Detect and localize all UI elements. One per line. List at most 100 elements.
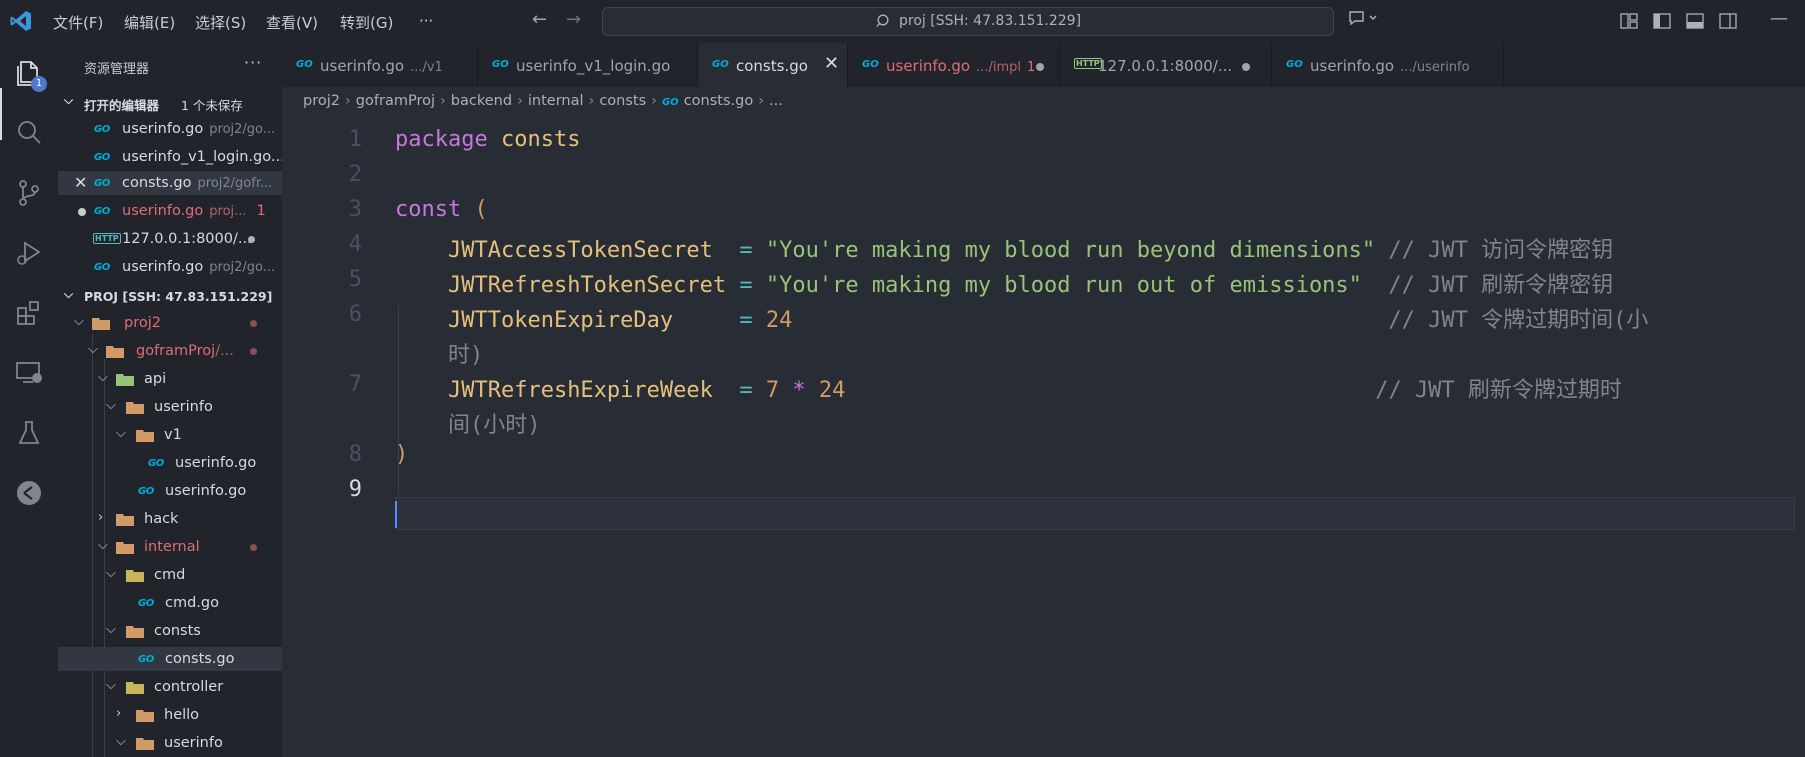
open-editor-item-active[interactable]: ✕ GO consts.go proj2/gofr... [58,171,282,195]
command-center[interactable]: proj [SSH: 47.83.151.229] [602,7,1334,36]
tree-folder-controller[interactable]: ⌵ controller [58,675,282,699]
menu-file[interactable]: 文件(F) [53,12,103,33]
tree-folder-hello[interactable]: › hello [58,703,282,727]
menu-more[interactable]: ··· [419,12,433,30]
breadcrumb-item[interactable]: consts [599,93,646,109]
cmd-folder-icon [126,570,144,582]
chevron-right-icon: › [116,706,122,721]
tab-userinfo-userinfo[interactable]: GO userinfo.go .../userinfo [1272,43,1504,87]
line-number: 8 [348,442,362,467]
search-icon [876,14,889,27]
go-file-icon: GO [148,458,164,469]
toggle-secondary-sidebar-icon[interactable] [1719,13,1737,29]
go-file-icon: GO [138,654,154,665]
source-control-icon[interactable] [13,177,45,209]
tree-folder-cmd[interactable]: ⌵ cmd [58,563,282,587]
close-icon[interactable]: ✕ [74,173,87,192]
more-actions-icon[interactable]: ··· [244,53,262,72]
menu-edit[interactable]: 编辑(E) [124,12,175,33]
toggle-panel-icon[interactable] [1686,13,1704,29]
open-editor-item[interactable]: GO userinfo_v1_login.go... [58,145,282,169]
code-line-wrap: 时) [447,343,484,368]
go-file-icon: GO [94,124,110,135]
line-number: 4 [348,232,362,257]
tree-file[interactable]: GO cmd.go [58,591,282,615]
back-arrow-icon[interactable]: ← [532,9,547,30]
code-line: ) [395,442,409,467]
breadcrumb-item[interactable]: internal [528,93,584,109]
chevron-down-icon: ⌵ [116,734,126,749]
breadcrumb-item[interactable]: goframProj [356,93,435,109]
open-editor-item[interactable]: GO userinfo.go proj2/go... [58,255,282,279]
workspace-header[interactable]: ⌵ PROJ [SSH: 47.83.151.229] [58,283,282,309]
unsaved-dot-icon [78,208,86,216]
folder-icon [136,710,154,722]
chevron-down-icon: ⌵ [106,566,116,581]
chevron-down-icon: ⌵ [106,622,116,637]
tab-userinfo-v1-login[interactable]: GO userinfo_v1_login.go [478,43,698,87]
unsaved-count: 1 个未保存 [181,98,243,113]
tree-folder-consts[interactable]: ⌵ consts [58,619,282,643]
extensions-icon[interactable] [13,297,45,329]
breadcrumb-item[interactable]: ... [769,93,783,109]
explorer-badge: 1 [31,76,47,92]
chevron-right-icon: › [98,510,104,525]
close-tab-icon[interactable]: ✕ [824,53,839,74]
tab-userinfo-v1[interactable]: GO userinfo.go .../v1 [282,43,478,87]
customize-layout-icon[interactable] [1620,13,1638,29]
tree-file-selected[interactable]: GO consts.go [58,647,282,671]
code-line: JWTRefreshExpireWeek = 7 * 24 // JWT 刷新令… [447,378,1622,403]
open-editor-item-unsaved[interactable]: GO userinfo.go proj... 1 [58,199,282,223]
menu-view[interactable]: 查看(V) [266,12,318,33]
line-number: 7 [348,372,362,397]
tab-consts-active[interactable]: GO consts.go ✕ [698,43,848,87]
remote-explorer-icon[interactable] [13,357,45,389]
go-file-icon: GO [138,598,154,609]
line-number: 2 [348,162,362,187]
chevron-down-icon: ⌵ [106,678,116,693]
tree-file[interactable]: GO userinfo.go [58,451,282,475]
tree-folder-hack[interactable]: › hack [58,507,282,531]
code-editor[interactable]: proj2 › goframProj › backend › internal › consts… [282,87,1805,757]
open-editor-item[interactable]: HTTP 127.0.0.1:8000/... [58,227,282,251]
tree-folder-userinfo[interactable]: ⌵ userinfo [58,731,282,755]
chevron-down-icon: ⌵ [106,398,116,413]
tab-userinfo-impl[interactable]: GO userinfo.go .../impl 1 [848,43,1060,87]
breadcrumb-item[interactable]: backend [451,93,512,109]
menu-go[interactable]: 转到(G) [340,12,393,33]
go-file-icon: GO [492,59,509,70]
search-icon[interactable] [13,117,45,149]
sidebar-title: 资源管理器 [84,62,150,77]
tab-http-request[interactable]: HTTP 127.0.0.1:8000/... [1060,43,1272,87]
minimize-window-icon[interactable]: — [1770,8,1788,29]
breadcrumb-item[interactable]: consts.go [684,93,754,109]
gitlens-icon[interactable] [13,477,45,509]
tree-file[interactable]: GO userinfo.go [58,479,282,503]
go-file-icon: GO [296,59,313,70]
chat-sparkle-icon[interactable] [1348,10,1382,30]
folder-icon [92,318,110,330]
go-file-icon: GO [94,206,110,217]
forward-arrow-icon[interactable]: → [566,9,581,30]
tree-folder-proj2[interactable]: ⌵ proj2 [58,311,282,335]
go-file-icon: GO [661,97,679,108]
go-file-icon: GO [94,262,110,273]
code-line: package consts [395,127,581,152]
open-editors-header[interactable]: ⌵ 打开的编辑器 1 个未保存 [58,89,282,115]
go-file-icon: GO [94,152,110,163]
testing-flask-icon[interactable] [13,417,45,449]
tree-folder-v1[interactable]: ⌵ v1 [58,423,282,447]
open-editor-item[interactable]: GO userinfo.go proj2/go... [58,117,282,141]
toggle-primary-sidebar-icon[interactable] [1653,13,1671,29]
modified-dot-icon [250,320,257,327]
tree-folder-api[interactable]: ⌵ api [58,367,282,391]
chevron-down-icon: ⌵ [98,538,108,553]
tree-folder-goframproj[interactable]: ⌵ goframProj/... [58,339,282,363]
tree-folder-internal[interactable]: ⌵ internal [58,535,282,559]
tree-folder-userinfo[interactable]: ⌵ userinfo [58,395,282,419]
breadcrumb-item[interactable]: proj2 [303,93,340,109]
run-debug-icon[interactable] [13,237,45,269]
menu-selection[interactable]: 选择(S) [195,12,246,33]
chevron-down-icon: ⌵ [64,287,74,301]
line-number: 3 [348,197,362,222]
